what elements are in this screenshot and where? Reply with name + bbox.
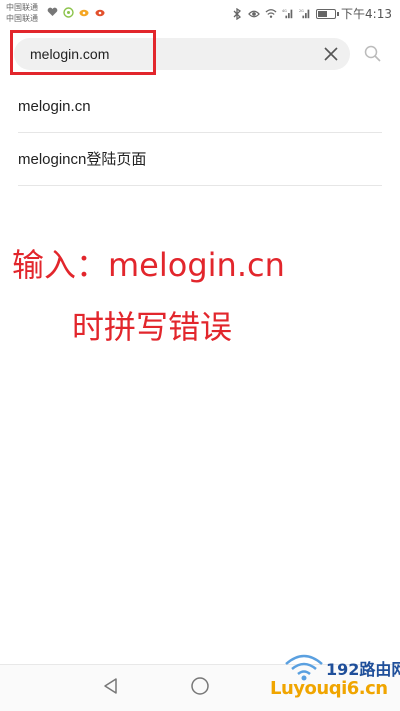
app-icon — [62, 6, 74, 18]
search-button[interactable] — [360, 43, 384, 67]
weibo-icon — [94, 6, 106, 18]
highlight-box — [10, 30, 156, 75]
watermark-logo: 192路由网 Luyouqi6.cn — [268, 650, 400, 711]
annotation-text-2: 时拼写错误 — [72, 308, 233, 346]
status-bar: 中国联通 中国联通 4G 2G 下午4:13 — [0, 0, 400, 28]
close-icon — [324, 46, 338, 65]
annotation-text-1: 输入：melogin.cn — [12, 246, 285, 284]
watermark-title: 192路由网 — [326, 660, 400, 679]
wifi-icon — [265, 8, 277, 20]
battery-icon — [316, 8, 340, 19]
signal-2-label: 2G — [299, 9, 304, 13]
weibo-icon — [78, 6, 90, 18]
notification-icons — [46, 6, 106, 18]
suggestion-item[interactable]: melogincn登陆页面 — [18, 133, 382, 186]
back-triangle-icon — [102, 677, 120, 699]
carrier-label-2: 中国联通 — [6, 14, 38, 23]
carrier-label-1: 中国联通 — [6, 3, 38, 12]
eye-icon — [248, 8, 260, 20]
clock: 下午4:13 — [341, 7, 392, 21]
bluetooth-icon — [231, 7, 243, 20]
home-button[interactable] — [189, 677, 211, 699]
carrier-info: 中国联通 中国联通 — [6, 2, 38, 24]
suggestion-item[interactable]: melogin.cn — [18, 80, 382, 133]
watermark-url: Luyouqi6.cn — [270, 678, 388, 699]
browser-screen: 中国联通 中国联通 4G 2G 下午4:13 melogin.com melog… — [0, 0, 400, 711]
search-icon — [364, 45, 381, 66]
back-button[interactable] — [100, 677, 122, 699]
signal-1-label: 4G — [282, 9, 287, 13]
signal-icon: 4G — [282, 8, 294, 20]
heart-icon — [46, 6, 58, 18]
home-circle-icon — [190, 676, 210, 700]
system-status: 4G 2G 下午4:13 — [231, 5, 392, 22]
signal-icon: 2G — [299, 8, 311, 20]
clear-button[interactable] — [320, 44, 342, 66]
